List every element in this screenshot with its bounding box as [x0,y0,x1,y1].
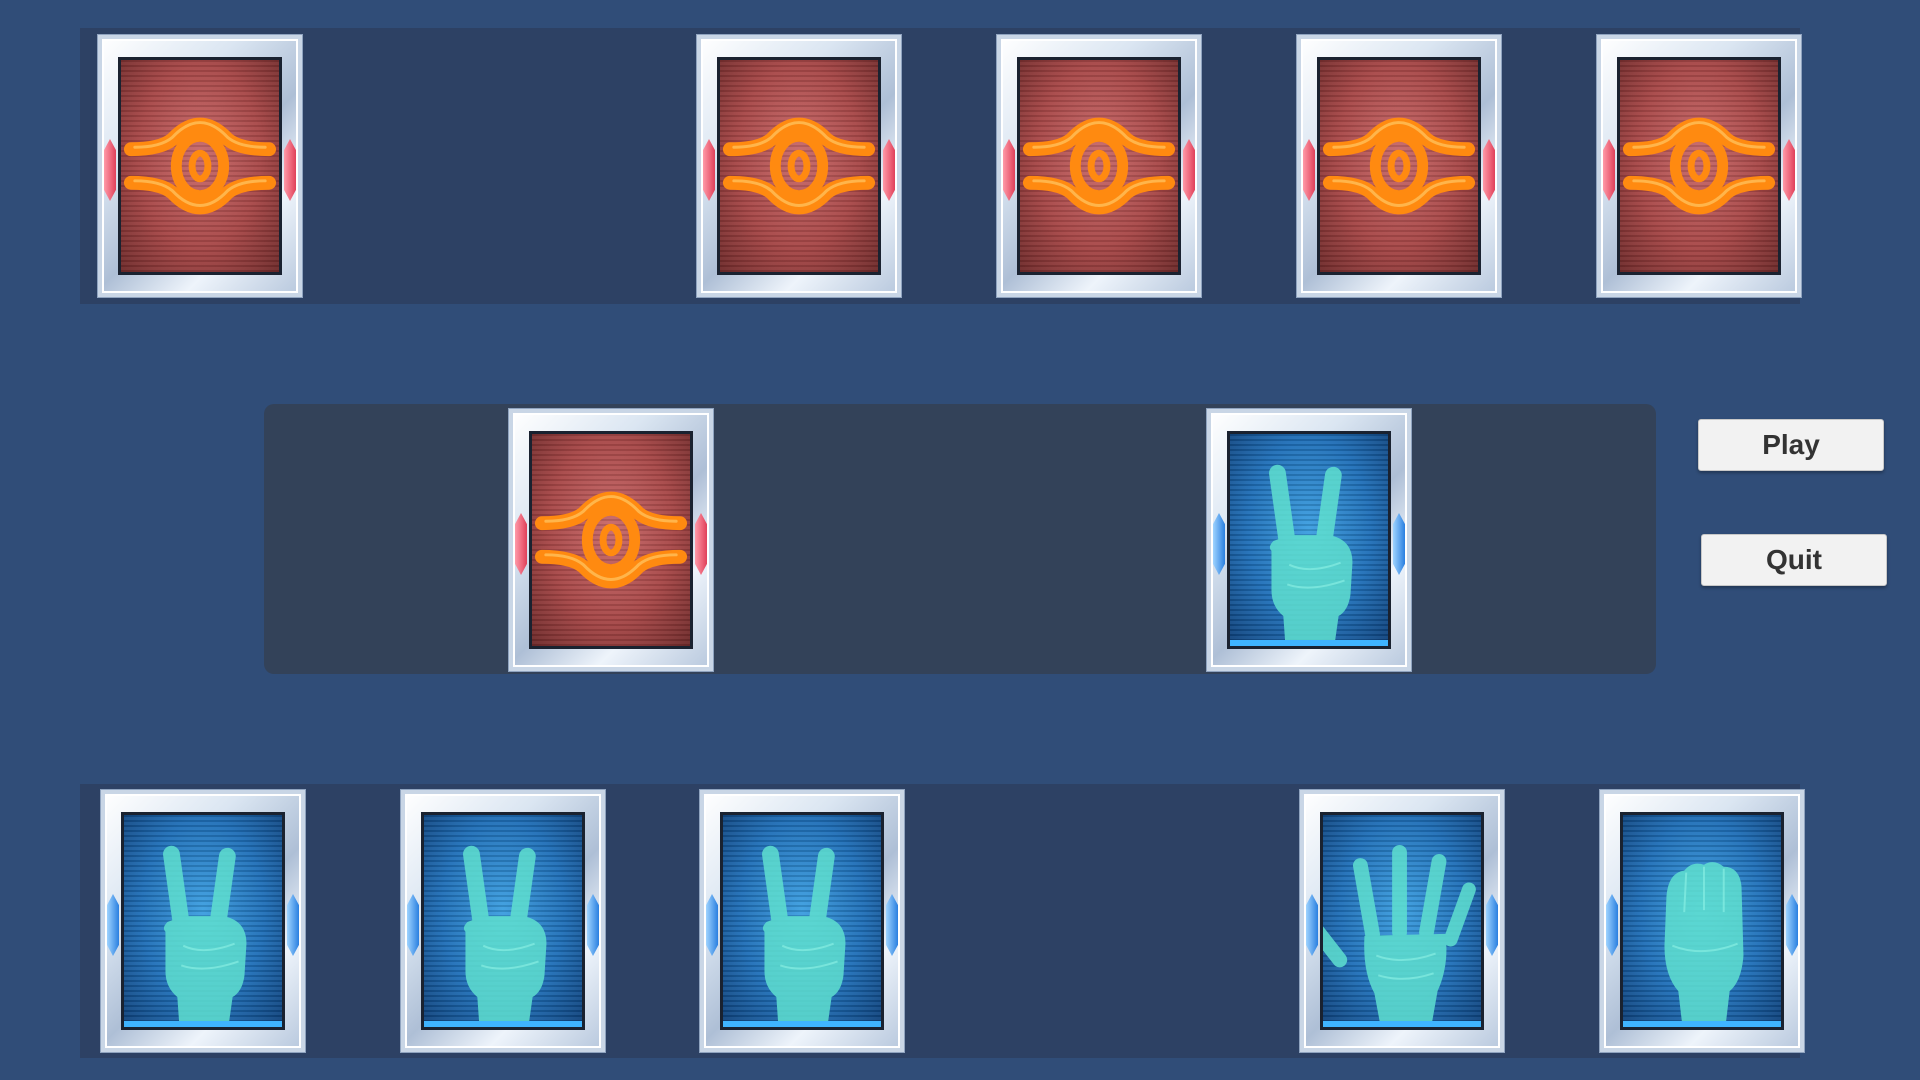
paper-hand-icon [1323,844,1476,1025]
card-gem-right [695,513,707,575]
card-gem-right [1183,139,1195,201]
card-gem-right [883,139,895,201]
eye-emblem-icon [534,491,688,589]
player-card-2[interactable] [401,790,605,1052]
scissors-hand-icon [163,845,247,1025]
opponent-card-3[interactable] [697,35,901,297]
player-card-3[interactable] [700,790,904,1052]
card-gem-left [107,894,119,956]
card-gem-left [1003,139,1015,201]
player-card-1[interactable] [101,790,305,1052]
card-gem-right [1486,894,1498,956]
opponent-card-5[interactable] [1297,35,1501,297]
card-gem-right [1393,513,1405,575]
card-gem-left [706,894,718,956]
scissors-hand-icon [463,845,547,1025]
eye-emblem-icon [1022,117,1176,215]
opponent-card-4[interactable] [997,35,1201,297]
opponent-card-1[interactable] [98,35,302,297]
scissors-hand-icon [1269,464,1353,644]
opponent-card-6[interactable] [1597,35,1801,297]
card-gem-right [886,894,898,956]
card-gem-left [1213,513,1225,575]
eye-emblem-icon [123,117,277,215]
card-gem-left [1603,139,1615,201]
play-button[interactable]: Play [1698,419,1884,471]
eye-emblem-icon [722,117,876,215]
quit-button[interactable]: Quit [1701,534,1887,586]
scissors-hand-icon [762,845,846,1025]
card-gem-left [104,139,116,201]
player-card-6[interactable] [1600,790,1804,1052]
play-area-panel [264,404,1656,674]
card-gem-left [703,139,715,201]
player-card-5[interactable] [1300,790,1504,1052]
opponent-played-card [509,409,713,671]
card-gem-left [407,894,419,956]
eye-emblem-icon [1622,117,1776,215]
eye-emblem-icon [1322,117,1476,215]
card-gem-left [1606,894,1618,956]
card-gem-left [1303,139,1315,201]
card-gem-right [1483,139,1495,201]
card-gem-left [515,513,527,575]
opponent-hand-area [80,28,1800,304]
card-gem-right [587,894,599,956]
player-hand-area [80,784,1800,1058]
player-played-card [1207,409,1411,671]
card-gem-right [287,894,299,956]
card-gem-left [1306,894,1318,956]
card-gem-right [1783,139,1795,201]
card-gem-right [284,139,296,201]
rock-hand-icon [1664,862,1744,1025]
card-gem-right [1786,894,1798,956]
